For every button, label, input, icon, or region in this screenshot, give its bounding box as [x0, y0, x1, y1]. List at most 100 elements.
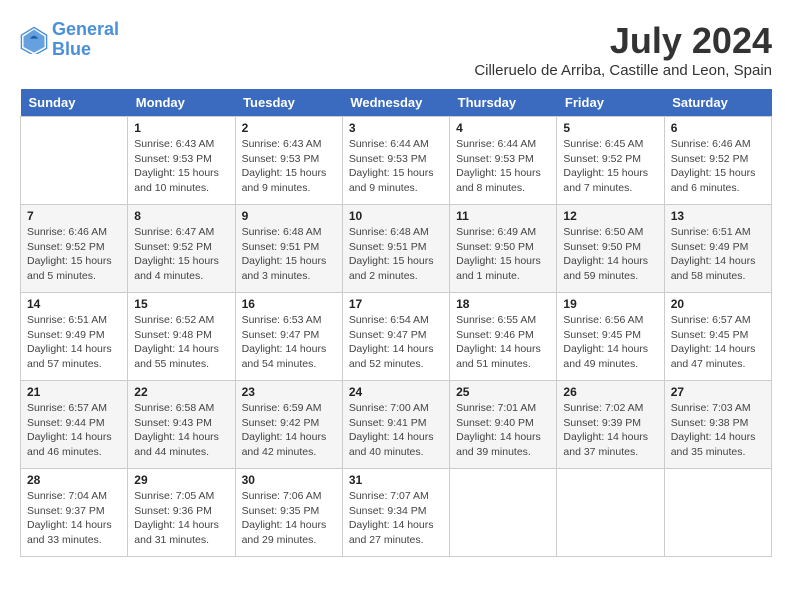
day-number: 26 — [563, 385, 657, 399]
calendar-cell: 1 Sunrise: 6:43 AM Sunset: 9:53 PM Daylig… — [128, 117, 235, 205]
calendar-cell: 15 Sunrise: 6:52 AM Sunset: 9:48 PM Dayli… — [128, 293, 235, 381]
calendar-week-4: 21 Sunrise: 6:57 AM Sunset: 9:44 PM Dayli… — [21, 381, 772, 469]
calendar-cell: 16 Sunrise: 6:53 AM Sunset: 9:47 PM Dayli… — [235, 293, 342, 381]
logo: General Blue — [20, 20, 119, 60]
calendar-cell: 2 Sunrise: 6:43 AM Sunset: 9:53 PM Daylig… — [235, 117, 342, 205]
day-info: Sunrise: 6:57 AM Sunset: 9:45 PM Dayligh… — [671, 313, 765, 372]
day-info: Sunrise: 6:52 AM Sunset: 9:48 PM Dayligh… — [134, 313, 228, 372]
day-number: 29 — [134, 473, 228, 487]
title-area: July 2024 Cilleruelo de Arriba, Castille… — [474, 20, 772, 79]
day-number: 30 — [242, 473, 336, 487]
day-info: Sunrise: 6:51 AM Sunset: 9:49 PM Dayligh… — [671, 225, 765, 284]
day-number: 20 — [671, 297, 765, 311]
calendar-cell: 25 Sunrise: 7:01 AM Sunset: 9:40 PM Dayli… — [450, 381, 557, 469]
day-info: Sunrise: 6:46 AM Sunset: 9:52 PM Dayligh… — [671, 137, 765, 196]
day-number: 16 — [242, 297, 336, 311]
day-number: 23 — [242, 385, 336, 399]
calendar-cell: 11 Sunrise: 6:49 AM Sunset: 9:50 PM Dayli… — [450, 205, 557, 293]
day-info: Sunrise: 6:59 AM Sunset: 9:42 PM Dayligh… — [242, 401, 336, 460]
calendar-week-1: 1 Sunrise: 6:43 AM Sunset: 9:53 PM Daylig… — [21, 117, 772, 205]
weekday-header-thursday: Thursday — [450, 89, 557, 117]
day-info: Sunrise: 6:47 AM Sunset: 9:52 PM Dayligh… — [134, 225, 228, 284]
calendar-cell: 23 Sunrise: 6:59 AM Sunset: 9:42 PM Dayli… — [235, 381, 342, 469]
day-number: 10 — [349, 209, 443, 223]
day-info: Sunrise: 7:01 AM Sunset: 9:40 PM Dayligh… — [456, 401, 550, 460]
calendar-cell: 13 Sunrise: 6:51 AM Sunset: 9:49 PM Dayli… — [664, 205, 771, 293]
day-info: Sunrise: 7:04 AM Sunset: 9:37 PM Dayligh… — [27, 489, 121, 548]
calendar-cell: 24 Sunrise: 7:00 AM Sunset: 9:41 PM Dayli… — [342, 381, 449, 469]
day-info: Sunrise: 7:06 AM Sunset: 9:35 PM Dayligh… — [242, 489, 336, 548]
day-info: Sunrise: 6:46 AM Sunset: 9:52 PM Dayligh… — [27, 225, 121, 284]
calendar-cell: 20 Sunrise: 6:57 AM Sunset: 9:45 PM Dayli… — [664, 293, 771, 381]
calendar-week-3: 14Sunrise: 6:51 AM Sunset: 9:49 PM Dayli… — [21, 293, 772, 381]
day-info: Sunrise: 6:53 AM Sunset: 9:47 PM Dayligh… — [242, 313, 336, 372]
calendar-cell: 28 Sunrise: 7:04 AM Sunset: 9:37 PM Dayli… — [21, 469, 128, 557]
day-number: 8 — [134, 209, 228, 223]
day-info: Sunrise: 6:44 AM Sunset: 9:53 PM Dayligh… — [456, 137, 550, 196]
calendar-cell: 3Sunrise: 6:44 AM Sunset: 9:53 PM Daylig… — [342, 117, 449, 205]
month-title: July 2024 — [474, 20, 772, 62]
calendar-cell — [450, 469, 557, 557]
day-number: 12 — [563, 209, 657, 223]
day-info: Sunrise: 6:51 AM Sunset: 9:49 PM Dayligh… — [27, 313, 121, 372]
calendar-cell: 14Sunrise: 6:51 AM Sunset: 9:49 PM Dayli… — [21, 293, 128, 381]
day-number: 21 — [27, 385, 121, 399]
calendar-cell: 5Sunrise: 6:45 AM Sunset: 9:52 PM Daylig… — [557, 117, 664, 205]
calendar-cell: 8 Sunrise: 6:47 AM Sunset: 9:52 PM Daylig… — [128, 205, 235, 293]
location-title: Cilleruelo de Arriba, Castille and Leon,… — [474, 62, 772, 79]
day-info: Sunrise: 6:56 AM Sunset: 9:45 PM Dayligh… — [563, 313, 657, 372]
weekday-header-sunday: Sunday — [21, 89, 128, 117]
day-info: Sunrise: 6:44 AM Sunset: 9:53 PM Dayligh… — [349, 137, 443, 196]
calendar-cell: 7 Sunrise: 6:46 AM Sunset: 9:52 PM Daylig… — [21, 205, 128, 293]
weekday-header-monday: Monday — [128, 89, 235, 117]
day-number: 18 — [456, 297, 550, 311]
weekday-header-row: SundayMondayTuesdayWednesdayThursdayFrid… — [21, 89, 772, 117]
calendar-cell: 19Sunrise: 6:56 AM Sunset: 9:45 PM Dayli… — [557, 293, 664, 381]
day-number: 1 — [134, 121, 228, 135]
day-info: Sunrise: 6:49 AM Sunset: 9:50 PM Dayligh… — [456, 225, 550, 284]
day-info: Sunrise: 6:58 AM Sunset: 9:43 PM Dayligh… — [134, 401, 228, 460]
day-info: Sunrise: 6:48 AM Sunset: 9:51 PM Dayligh… — [242, 225, 336, 284]
day-number: 25 — [456, 385, 550, 399]
calendar-week-5: 28 Sunrise: 7:04 AM Sunset: 9:37 PM Dayli… — [21, 469, 772, 557]
logo-text: General Blue — [52, 20, 119, 60]
day-info: Sunrise: 6:43 AM Sunset: 9:53 PM Dayligh… — [134, 137, 228, 196]
day-info: Sunrise: 7:03 AM Sunset: 9:38 PM Dayligh… — [671, 401, 765, 460]
calendar-week-2: 7 Sunrise: 6:46 AM Sunset: 9:52 PM Daylig… — [21, 205, 772, 293]
weekday-header-saturday: Saturday — [664, 89, 771, 117]
day-info: Sunrise: 7:05 AM Sunset: 9:36 PM Dayligh… — [134, 489, 228, 548]
day-info: Sunrise: 6:54 AM Sunset: 9:47 PM Dayligh… — [349, 313, 443, 372]
day-number: 6 — [671, 121, 765, 135]
calendar-cell — [664, 469, 771, 557]
calendar-table: SundayMondayTuesdayWednesdayThursdayFrid… — [20, 89, 772, 557]
calendar-cell: 4Sunrise: 6:44 AM Sunset: 9:53 PM Daylig… — [450, 117, 557, 205]
day-number: 24 — [349, 385, 443, 399]
day-number: 31 — [349, 473, 443, 487]
calendar-cell: 31 Sunrise: 7:07 AM Sunset: 9:34 PM Dayli… — [342, 469, 449, 557]
logo-icon — [20, 26, 48, 54]
day-info: Sunrise: 6:48 AM Sunset: 9:51 PM Dayligh… — [349, 225, 443, 284]
day-number: 11 — [456, 209, 550, 223]
page-header: General Blue July 2024 Cilleruelo de Arr… — [20, 20, 772, 79]
day-info: Sunrise: 6:50 AM Sunset: 9:50 PM Dayligh… — [563, 225, 657, 284]
weekday-header-wednesday: Wednesday — [342, 89, 449, 117]
calendar-cell: 21 Sunrise: 6:57 AM Sunset: 9:44 PM Dayli… — [21, 381, 128, 469]
calendar-cell: 30 Sunrise: 7:06 AM Sunset: 9:35 PM Dayli… — [235, 469, 342, 557]
day-number: 15 — [134, 297, 228, 311]
day-number: 13 — [671, 209, 765, 223]
weekday-header-tuesday: Tuesday — [235, 89, 342, 117]
day-info: Sunrise: 6:57 AM Sunset: 9:44 PM Dayligh… — [27, 401, 121, 460]
day-info: Sunrise: 7:00 AM Sunset: 9:41 PM Dayligh… — [349, 401, 443, 460]
calendar-cell: 17Sunrise: 6:54 AM Sunset: 9:47 PM Dayli… — [342, 293, 449, 381]
day-number: 22 — [134, 385, 228, 399]
calendar-cell: 26 Sunrise: 7:02 AM Sunset: 9:39 PM Dayli… — [557, 381, 664, 469]
day-info: Sunrise: 6:45 AM Sunset: 9:52 PM Dayligh… — [563, 137, 657, 196]
day-number: 7 — [27, 209, 121, 223]
calendar-cell — [21, 117, 128, 205]
day-info: Sunrise: 6:43 AM Sunset: 9:53 PM Dayligh… — [242, 137, 336, 196]
day-number: 2 — [242, 121, 336, 135]
day-info: Sunrise: 7:07 AM Sunset: 9:34 PM Dayligh… — [349, 489, 443, 548]
day-number: 28 — [27, 473, 121, 487]
day-info: Sunrise: 7:02 AM Sunset: 9:39 PM Dayligh… — [563, 401, 657, 460]
day-number: 27 — [671, 385, 765, 399]
